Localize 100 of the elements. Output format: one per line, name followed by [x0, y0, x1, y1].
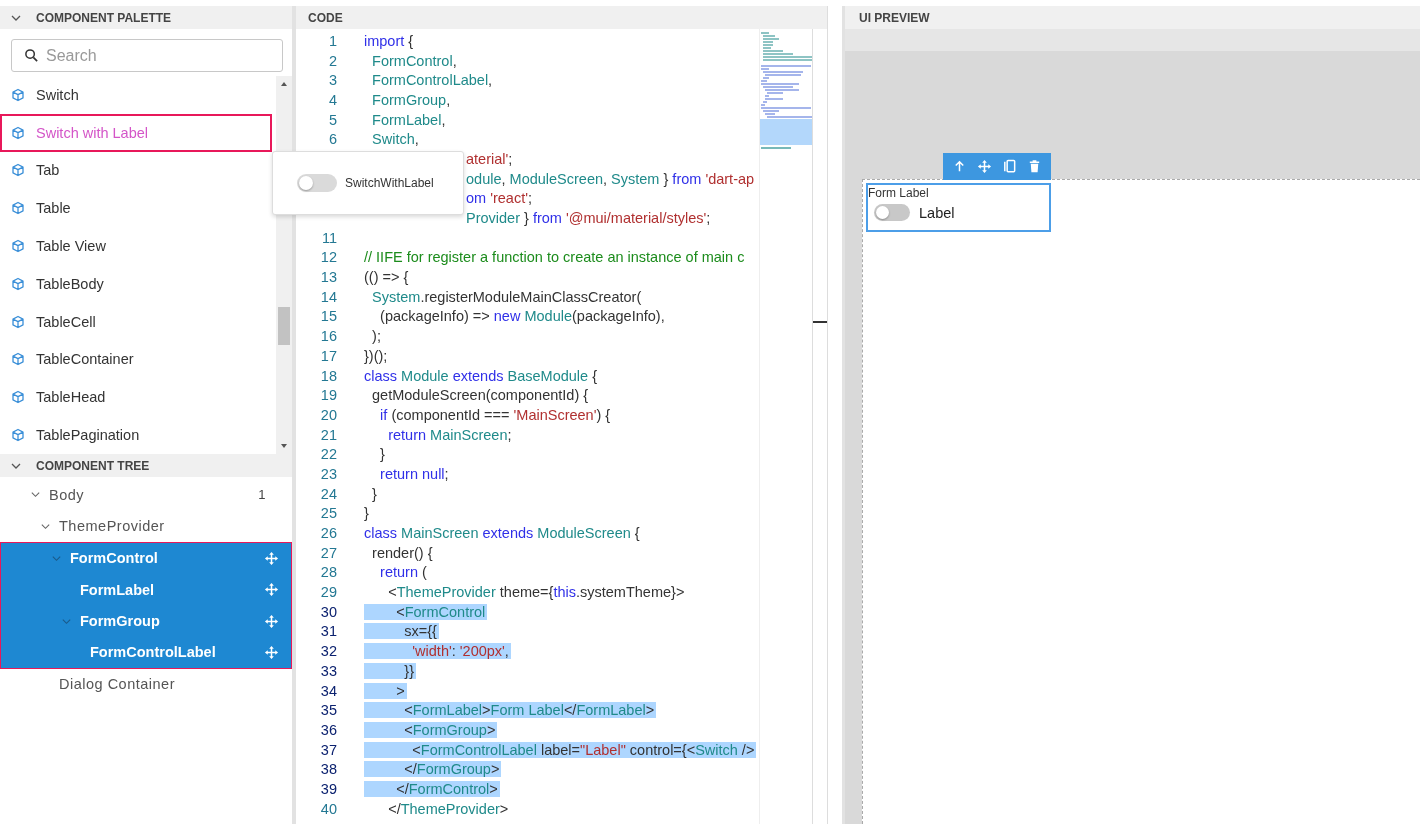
panel-title: UI PREVIEW [845, 6, 1420, 29]
line-number: 2 [327, 52, 337, 69]
line-number: 18 [319, 367, 337, 384]
code-line: return ( [379, 564, 428, 581]
search-field[interactable]: Search [11, 39, 283, 72]
move-icon[interactable] [264, 644, 279, 660]
move-icon[interactable] [977, 159, 992, 174]
line-number: 28 [319, 564, 337, 581]
palette-item[interactable]: TableBody [0, 265, 268, 303]
line-number: 40 [319, 800, 337, 817]
move-icon[interactable] [264, 582, 279, 598]
tree-item[interactable]: FormGroup [0, 605, 292, 637]
code-line: class Module extends BaseModule { [364, 367, 598, 384]
scrollbar-thumb[interactable] [278, 307, 290, 345]
search-icon [24, 48, 39, 63]
tree-item[interactable]: FormControlLabel [0, 636, 292, 669]
line-number: 4 [327, 91, 337, 108]
line-number: 1 [327, 32, 337, 49]
toggle-switch[interactable] [297, 174, 337, 192]
line-number: 32 [319, 643, 337, 660]
line-number: 38 [319, 761, 337, 778]
panel-title: COMPONENT TREE [36, 458, 150, 473]
line-number: 15 [319, 308, 337, 325]
tree-item[interactable]: Dialog Container [0, 668, 292, 701]
palette-item[interactable]: TableCell [0, 302, 268, 341]
line-number: 23 [319, 465, 337, 482]
code-line: </ThemeProvider> [387, 800, 510, 817]
code-line: odule, ModuleScreen, System } from 'dart-ap [466, 170, 756, 187]
tree-item[interactable]: Body 1 [0, 479, 292, 511]
palette-item[interactable]: TableContainer [0, 340, 268, 379]
code-line: aterial'; [466, 150, 514, 167]
code-line: FormControl, [371, 52, 458, 69]
line-number: 5 [327, 111, 337, 128]
line-number: 11 [320, 229, 337, 246]
line-number: 3 [327, 72, 337, 89]
switch-label: Label [919, 204, 955, 221]
code-line: import { [364, 32, 415, 49]
line-number: 31 [319, 623, 337, 640]
code-line: FormControlLabel, [371, 72, 494, 89]
code-line: } [379, 446, 386, 463]
code-line: render() { [371, 544, 434, 561]
palette-item[interactable]: Switch [0, 76, 268, 114]
toggle-switch[interactable] [874, 204, 910, 221]
panel-header[interactable]: COMPONENT TREE [0, 454, 292, 477]
code-line: (packageInfo) => new Module(packageInfo), [379, 308, 666, 325]
line-number: 35 [319, 702, 337, 719]
code-line: Switch, [371, 131, 420, 148]
line-number: 24 [319, 485, 337, 502]
line-number: 26 [319, 525, 337, 542]
delete-icon[interactable] [1027, 159, 1042, 174]
cube-icon [11, 276, 25, 291]
palette-item[interactable]: Table View [0, 227, 268, 265]
selected-form-control[interactable]: Form Label Label [866, 183, 1051, 232]
line-number: 25 [319, 505, 337, 522]
line-number: 39 [319, 780, 337, 797]
cube-icon [11, 239, 25, 254]
line-number: 21 [319, 426, 337, 443]
code-line: if (componentId === 'MainScreen') { [379, 406, 612, 423]
line-number: 37 [319, 741, 337, 758]
cube-icon [11, 390, 25, 405]
code-line: })(); [364, 347, 389, 364]
code-line: class MainScreen extends ModuleScreen { [364, 525, 641, 542]
line-number: 33 [319, 662, 337, 679]
code-line: // IIFE for register a function to create an instance of main c [364, 249, 746, 266]
line-number: 27 [319, 544, 337, 561]
cube-icon [11, 87, 25, 102]
panel-header[interactable]: COMPONENT PALETTE [0, 6, 292, 29]
move-icon[interactable] [264, 613, 279, 629]
cube-icon [11, 428, 25, 443]
palette-item[interactable]: Switch with Label [0, 113, 272, 152]
child-count: 1 [258, 487, 266, 503]
cube-icon [11, 163, 25, 178]
code-line: getModuleScreen(componentId) { [371, 387, 590, 404]
form-label: Form Label [868, 186, 930, 200]
tree-item[interactable]: ThemeProvider [0, 510, 292, 543]
code-line: FormLabel, [371, 111, 447, 128]
code-line: return MainScreen; [387, 426, 513, 443]
tree-item[interactable]: FormLabel [0, 573, 292, 606]
palette-item[interactable]: Table [0, 189, 268, 228]
code-line: <ThemeProvider theme={this.systemTheme}> [387, 584, 686, 601]
line-number: 17 [319, 347, 337, 364]
code-line: (() => { [364, 269, 410, 286]
code-line: return null; [379, 465, 450, 482]
palette-item[interactable]: TablePagination [0, 416, 268, 454]
code-line: FormGroup, [371, 91, 452, 108]
cube-icon [11, 314, 25, 329]
copy-icon[interactable] [1002, 159, 1017, 174]
tree-item[interactable]: FormControl [0, 542, 292, 574]
cube-icon [11, 352, 25, 367]
line-number: 29 [319, 584, 337, 601]
palette-item[interactable]: Tab [0, 151, 268, 190]
panel-title: COMPONENT PALETTE [36, 10, 172, 25]
palette-item[interactable]: TableHead [0, 378, 268, 417]
minimap-drawing[interactable] [759, 29, 813, 824]
line-number: 22 [319, 446, 337, 463]
move-icon[interactable] [264, 551, 279, 566]
code-line: om 'react'; [466, 190, 533, 207]
line-number: 6 [327, 131, 337, 148]
line-number: 36 [319, 721, 337, 738]
code-line: System.registerModuleMainClassCreator( [371, 288, 643, 305]
